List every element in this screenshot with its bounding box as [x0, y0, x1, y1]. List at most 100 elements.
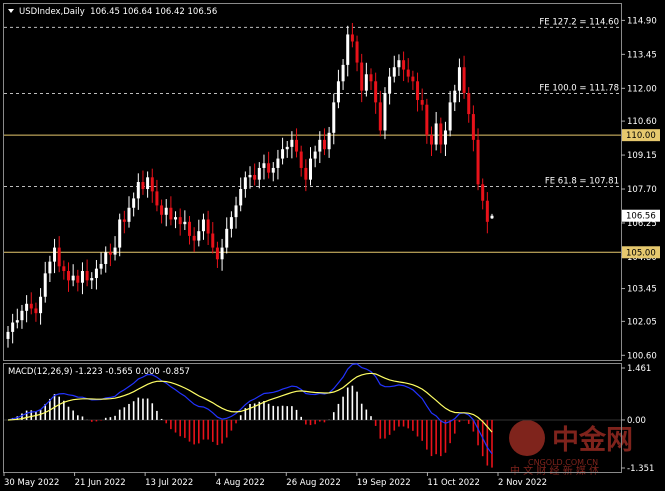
candle-body: [211, 233, 215, 248]
candle-body: [43, 273, 47, 297]
candle-body: [57, 247, 61, 267]
time-tick-label: 11 Oct 2022: [427, 478, 480, 488]
candle-body: [332, 102, 336, 133]
watermark: 中金网 CNGOLD.COM.CN 中 文 财 经 新 媒 体: [509, 420, 633, 477]
candle-body: [206, 219, 210, 234]
candle-body: [141, 182, 145, 190]
candle-body: [411, 76, 415, 82]
candle-body: [39, 296, 43, 314]
watermark-brand: 中金网: [552, 424, 633, 456]
price-axis: 114.90 113.45 112.00 110.60 109.15 107.70 106.…: [621, 16, 660, 361]
candle-body: [471, 114, 475, 140]
candle-body: [201, 219, 205, 232]
macd-tick-label: 1.461: [627, 364, 651, 374]
price-tick-label: 102.05: [627, 317, 657, 327]
candle-body: [34, 308, 38, 314]
macd-tick-label: 0.00: [627, 416, 646, 426]
candle-body: [15, 320, 19, 323]
candle-body: [402, 60, 406, 70]
candle-body: [146, 177, 150, 190]
time-axis: 30 May 2022 21 Jun 2022 13 Jul 2022 4 Aug 2…: [3, 472, 547, 488]
candle-body: [336, 81, 340, 103]
candle-body: [462, 67, 466, 93]
candle-body: [262, 163, 266, 168]
candle-body: [369, 74, 373, 82]
fib-level-label: FE 100.0 = 111.78: [539, 83, 619, 93]
candles-layer: [6, 22, 494, 348]
candle-body: [392, 67, 396, 77]
candle-body: [188, 221, 191, 236]
fib-level-label: FE 61.8 = 107.81: [545, 176, 619, 186]
candle-body: [304, 167, 308, 180]
candle-body: [346, 34, 350, 65]
candle-body: [160, 205, 164, 215]
levels-layer: FE 127.2 = 114.60 FE 100.0 = 111.78 FE 61.…: [4, 17, 621, 253]
time-tick-label: 13 Jul 2022: [145, 478, 193, 488]
candle-body: [448, 102, 452, 131]
candle-body: [178, 217, 182, 225]
candle-body: [29, 303, 33, 309]
candle-body: [453, 90, 457, 103]
candle-body: [239, 189, 243, 206]
candle-body: [104, 252, 108, 264]
candle-body: [53, 247, 57, 262]
chart-window[interactable]: 中金网 CNGOLD.COM.CN 中 文 财 经 新 媒 体 FE 127.2…: [0, 0, 665, 491]
candle-body: [90, 278, 94, 281]
price-tick-label: 113.45: [627, 50, 657, 60]
candle-body: [229, 217, 233, 229]
time-tick-label: 4 Aug 2022: [216, 478, 265, 488]
candle-body: [150, 177, 154, 192]
candle-body: [76, 275, 80, 283]
candle-body: [155, 191, 159, 206]
candle-body: [327, 132, 331, 150]
candle-body: [341, 64, 345, 82]
time-tick-label: 19 Sep 2022: [357, 478, 411, 488]
candle-body: [434, 123, 438, 145]
candle-body: [397, 60, 401, 68]
candle-body: [62, 266, 66, 271]
time-tick-label: 21 Jun 2022: [75, 478, 126, 488]
price-tick-label: 109.15: [627, 151, 657, 161]
candle-body: [127, 207, 131, 222]
candle-body: [309, 158, 312, 180]
candle-body: [267, 163, 271, 173]
price-panel-frame: [3, 3, 622, 361]
macd-axis: 1.461 0.00 -1.351: [621, 364, 654, 474]
fib-level-label: FE 127.2 = 114.60: [539, 17, 619, 27]
candle-body: [118, 219, 122, 248]
candle-body: [378, 102, 382, 131]
candle-body: [481, 184, 485, 201]
candle-body: [132, 198, 136, 208]
price-tick-label: 103.45: [627, 285, 657, 295]
candle-body: [71, 275, 75, 281]
current-price-label: 106.56: [626, 212, 656, 222]
candle-body: [443, 130, 447, 145]
candle-body: [25, 303, 29, 311]
candle-body: [276, 158, 280, 168]
candle-body: [253, 174, 257, 180]
candle-body: [299, 151, 303, 168]
candle-body: [220, 247, 224, 260]
candle-body: [192, 235, 196, 241]
candle-body: [388, 76, 392, 93]
macd-panel-frame: [3, 363, 622, 473]
price-tick-label: 110.60: [627, 117, 657, 127]
candle-body: [113, 247, 117, 255]
candle-body: [406, 69, 410, 77]
watermark-logo-icon: [509, 420, 545, 456]
candle-body: [164, 207, 168, 215]
symbol-dropdown-icon[interactable]: [8, 9, 14, 13]
candle-body: [248, 174, 252, 178]
candle-body: [364, 74, 368, 91]
time-tick-label: 2 Nov 2022: [498, 478, 547, 488]
candle-body: [439, 123, 443, 145]
candle-body: [383, 93, 387, 131]
candle-body: [80, 271, 84, 283]
candle-body: [99, 263, 103, 269]
macd-tick-label: -1.351: [627, 464, 654, 474]
candle-body: [322, 139, 326, 150]
candle-body: [318, 139, 322, 152]
candle-body: [457, 67, 461, 91]
price-tick-label: 112.00: [627, 84, 657, 94]
time-tick-label: 26 Aug 2022: [286, 478, 340, 488]
